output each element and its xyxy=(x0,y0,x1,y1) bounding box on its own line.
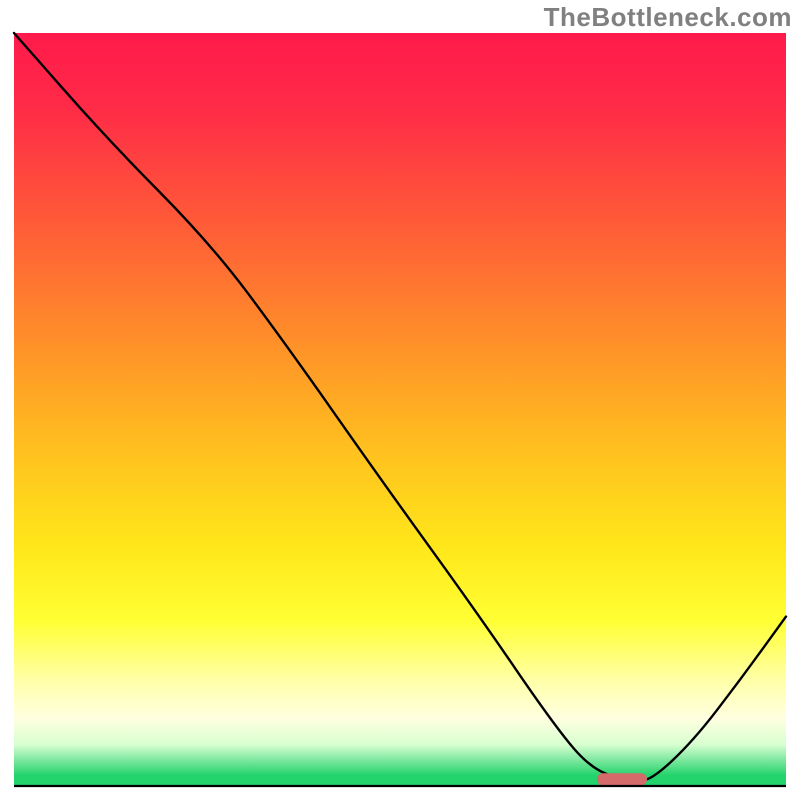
watermark-text: TheBottleneck.com xyxy=(544,2,792,33)
chart-canvas: TheBottleneck.com xyxy=(0,0,800,800)
bottleneck-plot xyxy=(0,0,800,800)
optimal-range-marker xyxy=(597,773,647,785)
plot-background xyxy=(14,33,786,786)
